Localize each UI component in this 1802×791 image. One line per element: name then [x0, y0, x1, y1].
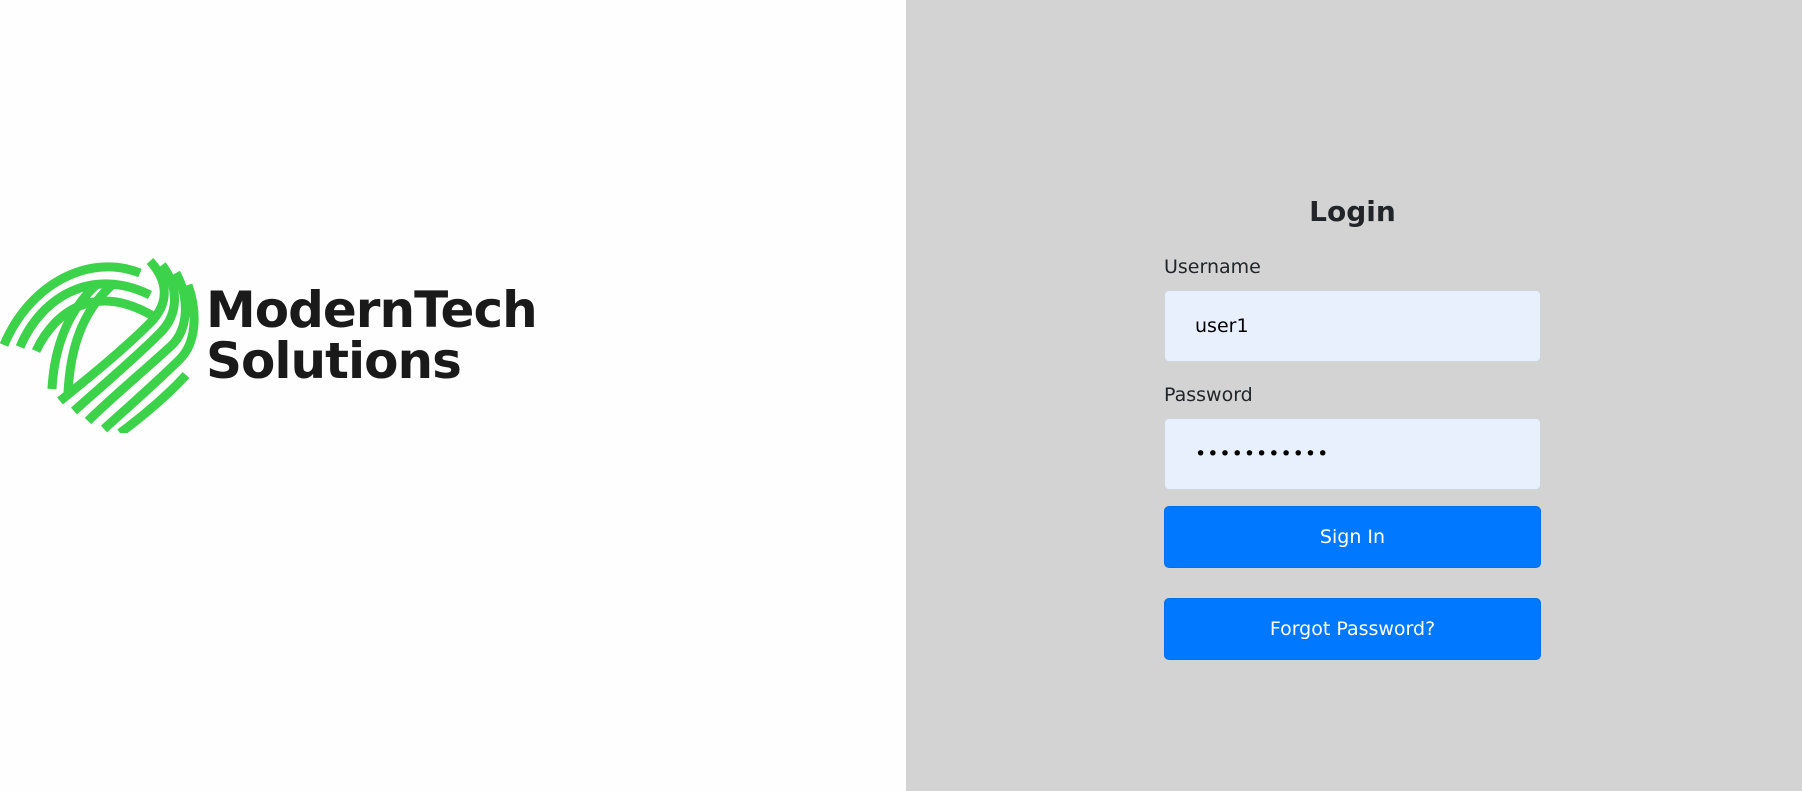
password-label: Password: [1164, 384, 1253, 406]
company-logo: ModernTech Solutions: [0, 233, 540, 433]
company-name-line2: Solutions: [206, 332, 462, 390]
username-input[interactable]: [1164, 290, 1541, 362]
login-page: ModernTech Solutions Login Username Pass…: [0, 0, 1802, 791]
company-name-line1: ModernTech: [206, 281, 538, 339]
sign-in-button[interactable]: Sign In: [1164, 506, 1541, 568]
login-title: Login: [1309, 195, 1396, 228]
password-input[interactable]: [1164, 418, 1541, 490]
swoosh-logo-icon: [0, 257, 199, 433]
brand-pane: ModernTech Solutions: [0, 0, 906, 791]
login-form: Login Username Password Sign In Forgot P…: [1164, 188, 1541, 660]
forgot-password-button[interactable]: Forgot Password?: [1164, 598, 1541, 660]
company-name: ModernTech Solutions: [206, 281, 538, 390]
username-label: Username: [1164, 256, 1261, 278]
login-pane: Login Username Password Sign In Forgot P…: [906, 0, 1802, 791]
